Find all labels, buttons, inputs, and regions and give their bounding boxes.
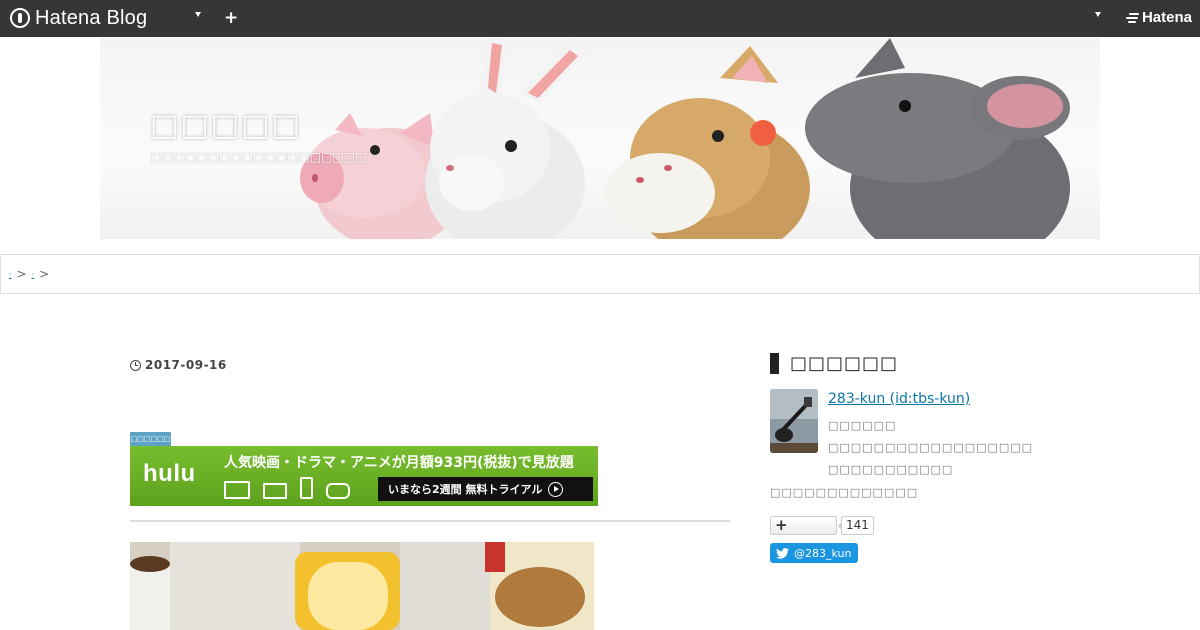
tv-icon: [224, 481, 250, 499]
hatena-blog-logo-icon: [10, 8, 30, 28]
entry-photo[interactable]: [130, 542, 594, 630]
ad-headline: 人気映画・ドラマ・アニメが月額933円(税抜)で見放題: [224, 455, 574, 471]
breadcrumb-separator: >: [16, 267, 27, 281]
profile-description-line: □□□□□□□□□□□□□: [770, 486, 919, 499]
hatena-home-link[interactable]: Hatena: [1125, 9, 1192, 26]
hatena-logo-icon: [1125, 12, 1139, 24]
hatena-blog-topbar: Hatena Blog + Hatena: [0, 0, 1200, 37]
hulu-banner-ad[interactable]: hulu 人気映画・ドラマ・アニメが月額933円(税抜)で見放題 いまなら2週間…: [130, 446, 598, 506]
subscriber-count: 141: [838, 516, 874, 535]
blog-title[interactable]: □□□□□: [150, 108, 302, 143]
subscribe-button[interactable]: +: [770, 516, 837, 535]
snack-bags-photo: [130, 542, 594, 630]
subscribe-widget: + 141: [770, 516, 874, 535]
hatena-label: Hatena: [1141, 9, 1192, 26]
breadcrumb: · > · >: [0, 254, 1200, 294]
twitter-bird-icon: [776, 547, 789, 559]
clock-icon: [130, 359, 141, 371]
devices-icon-group: [224, 477, 350, 499]
play-icon: [548, 481, 564, 497]
blog-description: □□□□□□□□□□□□□□□□□□□: [151, 150, 367, 164]
header-banner: □□□□□ □□□□□□□□□□□□□□□□□□□: [100, 38, 1100, 239]
entry-date-text: 2017-09-16: [145, 358, 227, 372]
guitar-avatar-image: [770, 389, 818, 453]
chevron-down-icon[interactable]: [195, 12, 201, 17]
hatena-blog-brand[interactable]: Hatena Blog: [10, 6, 147, 30]
twitter-handle: @283_kun: [794, 546, 852, 560]
breadcrumb-item-category[interactable]: ·: [32, 270, 35, 279]
avatar[interactable]: [770, 389, 818, 453]
brand-name: Hatena Blog: [35, 6, 148, 29]
hulu-logo: hulu: [143, 460, 196, 487]
profile-description-line: □□□□□□□□□□□: [828, 463, 954, 476]
ad-label: □□□□□□: [130, 432, 171, 446]
twitter-follow-button[interactable]: @283_kun: [770, 543, 858, 563]
free-trial-button[interactable]: いまなら2週間 無料トライアル: [378, 477, 593, 501]
smartphone-icon: [300, 477, 313, 499]
breadcrumb-separator: >: [39, 267, 50, 281]
heading-accent-bar: [770, 353, 779, 374]
entry-date[interactable]: 2017-09-16: [130, 358, 227, 372]
game-controller-icon: [326, 483, 350, 499]
profile-description-line: □□□□□□□□□□□□□□□□□□: [828, 441, 1034, 454]
plus-icon: +: [775, 516, 788, 534]
entry-divider: [130, 520, 730, 522]
user-menu-chevron-down-icon[interactable]: [1095, 12, 1101, 17]
free-trial-label: いまなら2週間 無料トライアル: [388, 483, 543, 496]
sidebar-profile-heading: □□□□□□: [770, 353, 898, 374]
profile-description-line: □□□□□□: [828, 419, 897, 432]
breadcrumb-item-home[interactable]: ·: [9, 270, 12, 279]
laptop-icon: [263, 483, 287, 499]
sidebar-title: □□□□□□: [790, 353, 899, 374]
profile-name-link[interactable]: 283-kun (id:tbs-kun): [828, 391, 970, 407]
add-entry-button[interactable]: +: [224, 6, 238, 30]
